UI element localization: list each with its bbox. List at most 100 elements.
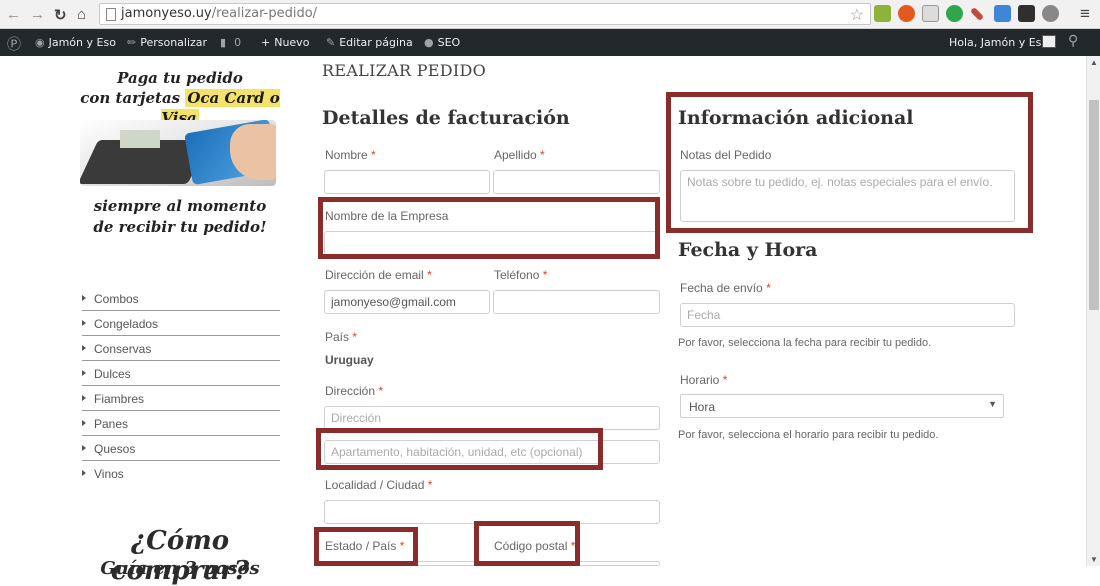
scrollbar-thumb[interactable]: [1089, 100, 1099, 310]
triangle-right-icon: [82, 420, 86, 426]
category-list: Combos Congelados Conservas Dulces Fiambres P…: [82, 286, 280, 486]
adminbar-greeting[interactable]: Hola, Jamón y Eso: [949, 36, 1048, 49]
comment-icon: ▮: [220, 36, 227, 49]
category-item[interactable]: Quesos: [82, 436, 280, 461]
extension-evernote-icon[interactable]: [874, 5, 891, 22]
category-label: Panes: [94, 417, 129, 431]
first-name-label: Nombre *: [325, 148, 376, 162]
state-label: Estado / País *: [325, 539, 405, 553]
address-input[interactable]: [324, 406, 660, 430]
extension-circle-icon[interactable]: [1042, 5, 1059, 22]
search-icon[interactable]: ⚲: [1068, 33, 1078, 49]
category-label: Vinos: [94, 467, 124, 481]
category-label: Combos: [94, 292, 139, 306]
browser-toolbar: ← → ↻ ⌂ jamonyeso.uy/realizar-pedido/ ☆ …: [0, 0, 1100, 29]
city-label: Localidad / Ciudad *: [325, 478, 433, 492]
category-item[interactable]: Dulces: [82, 361, 280, 386]
triangle-right-icon: [82, 370, 86, 376]
promo-subheading: siempre al momento de recibir tu pedido!: [93, 197, 267, 236]
circle-icon: ●: [424, 36, 434, 49]
how-to-buy-subtitle: Guía en 3 pasos: [100, 558, 260, 579]
additional-info-heading: Información adicional: [678, 107, 914, 129]
category-label: Conservas: [94, 342, 152, 356]
phone-input[interactable]: [493, 290, 660, 314]
sidebar: Paga tu pedido con tarjetas Oca Card o V…: [75, 56, 285, 586]
last-name-input[interactable]: [493, 170, 660, 194]
postcode-label: Código postal *: [494, 539, 576, 553]
bookmark-star-icon[interactable]: ☆: [850, 5, 864, 25]
extension-adblock-icon[interactable]: [898, 5, 915, 22]
wordpress-logo-icon[interactable]: Ⓟ: [7, 34, 21, 54]
postcode-input[interactable]: [493, 561, 660, 566]
phone-label: Teléfono *: [494, 268, 548, 282]
extension-green-icon[interactable]: [946, 5, 963, 22]
triangle-right-icon: [82, 470, 86, 476]
email-input[interactable]: [324, 290, 490, 314]
page-icon: [106, 8, 116, 21]
extension-code-icon[interactable]: [994, 5, 1011, 22]
forward-arrow-icon[interactable]: →: [30, 6, 45, 23]
scroll-down-icon[interactable]: ▼: [1090, 555, 1098, 564]
extension-dark-icon[interactable]: [1018, 5, 1035, 22]
address-label: Dirección *: [325, 384, 384, 398]
ship-date-label: Fecha de envío *: [680, 281, 771, 295]
time-select[interactable]: Hora ▼: [680, 394, 1004, 418]
extension-eyedropper-icon[interactable]: [969, 6, 985, 22]
url-text: jamonyeso.uy/realizar-pedido/: [121, 6, 318, 21]
brush-icon: ✏: [127, 36, 137, 49]
order-notes-label: Notas del Pedido: [680, 148, 772, 162]
ship-date-input[interactable]: [680, 303, 1015, 327]
billing-heading: Detalles de facturación: [322, 107, 570, 129]
date-hint: Por favor, selecciona la fecha para reci…: [678, 337, 932, 349]
adminbar-customize[interactable]: ✏ Personalizar: [127, 36, 207, 49]
category-label: Quesos: [94, 442, 136, 456]
address-bar[interactable]: jamonyeso.uy/realizar-pedido/ ☆: [99, 3, 871, 25]
company-input[interactable]: [324, 231, 660, 255]
order-notes-textarea[interactable]: [680, 170, 1015, 222]
pencil-icon: ✎: [326, 36, 336, 49]
category-item[interactable]: Fiambres: [82, 386, 280, 411]
first-name-input[interactable]: [324, 170, 490, 194]
dashboard-icon: ◉: [35, 36, 45, 49]
state-input[interactable]: [324, 561, 490, 566]
category-label: Fiambres: [94, 392, 145, 406]
card-payment-image: [80, 120, 276, 186]
triangle-right-icon: [82, 345, 86, 351]
extension-mail-icon[interactable]: [922, 5, 939, 22]
address2-input[interactable]: [324, 440, 660, 464]
menu-icon[interactable]: ≡: [1080, 4, 1090, 24]
scroll-up-icon[interactable]: ▲: [1090, 58, 1098, 67]
country-value: Uruguay: [325, 353, 374, 367]
home-icon[interactable]: ⌂: [77, 6, 86, 23]
category-label: Dulces: [94, 367, 131, 381]
date-time-heading: Fecha y Hora: [678, 239, 818, 261]
adminbar-edit-page[interactable]: ✎ Editar página: [326, 36, 413, 49]
adminbar-comments[interactable]: ▮ 0: [220, 36, 241, 49]
adminbar-seo[interactable]: ● SEO: [424, 36, 460, 49]
reload-icon[interactable]: ↻: [54, 6, 67, 24]
chevron-down-icon: ▼: [988, 399, 997, 409]
category-item[interactable]: Congelados: [82, 311, 280, 336]
adminbar-site[interactable]: ◉ Jamón y Eso: [35, 36, 116, 49]
triangle-right-icon: [82, 445, 86, 451]
category-item[interactable]: Vinos: [82, 461, 280, 486]
email-label: Dirección de email *: [325, 268, 432, 282]
avatar[interactable]: [1042, 35, 1056, 48]
back-arrow-icon[interactable]: ←: [6, 6, 21, 23]
category-label: Congelados: [94, 317, 159, 331]
triangle-right-icon: [82, 295, 86, 301]
category-item[interactable]: Combos: [82, 286, 280, 311]
category-item[interactable]: Panes: [82, 411, 280, 436]
company-label: Nombre de la Empresa: [325, 209, 449, 223]
page-title: REALIZAR PEDIDO: [322, 61, 487, 80]
promo-heading: Paga tu pedido con tarjetas Oca Card o V…: [80, 69, 280, 127]
country-label: País *: [325, 330, 358, 344]
plus-icon: +: [261, 36, 271, 49]
wp-admin-bar: Ⓟ ◉ Jamón y Eso ✏ Personalizar ▮ 0 + Nuevo ✎…: [0, 29, 1100, 56]
triangle-right-icon: [82, 320, 86, 326]
category-item[interactable]: Conservas: [82, 336, 280, 361]
page-scrollbar[interactable]: ▲ ▼: [1086, 56, 1100, 566]
city-input[interactable]: [324, 500, 660, 524]
adminbar-new[interactable]: + Nuevo: [261, 36, 309, 49]
time-hint: Por favor, selecciona el horario para re…: [678, 429, 939, 441]
